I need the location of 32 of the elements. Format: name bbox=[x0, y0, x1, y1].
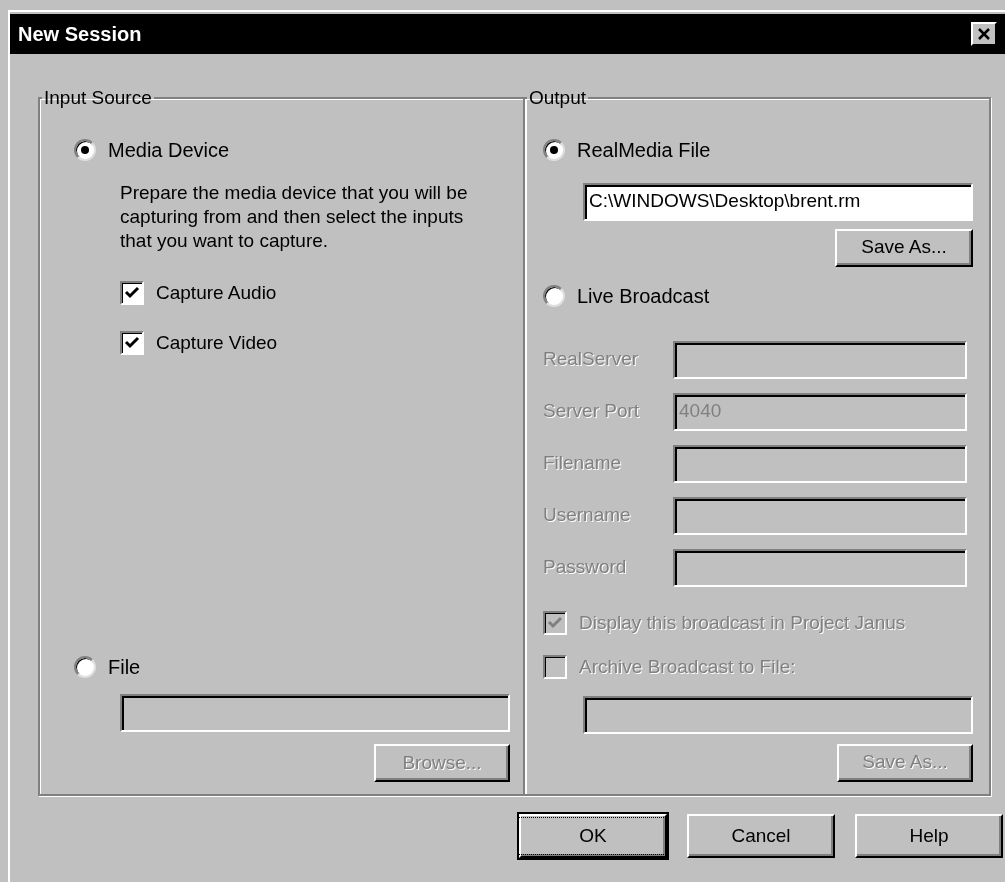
dialog-button[interactable]: Save As... bbox=[835, 228, 973, 267]
radio-button[interactable] bbox=[74, 138, 96, 161]
dialog-button[interactable]: Help bbox=[855, 814, 1003, 858]
checkmark-icon bbox=[547, 614, 563, 631]
radio-button[interactable] bbox=[74, 656, 96, 678]
field-label: Username bbox=[543, 503, 632, 528]
radio-label: Media Device bbox=[108, 137, 230, 163]
field-label: Password bbox=[543, 555, 628, 580]
group-title: Input Source bbox=[43, 86, 153, 110]
text-field[interactable]: C:\WINDOWS\Desktop\brent.rm bbox=[583, 182, 973, 221]
field-label: Filename bbox=[543, 451, 623, 476]
radio-button[interactable] bbox=[543, 284, 565, 307]
checkbox-label: Display this broadcast in Project Janus bbox=[579, 610, 906, 635]
checkmark-icon bbox=[124, 284, 140, 301]
radio-label: File bbox=[108, 655, 141, 680]
close-icon bbox=[978, 28, 990, 40]
window-title: New Session bbox=[18, 22, 142, 47]
checkbox[interactable] bbox=[120, 280, 144, 305]
description-text: Prepare the media device that you will be capturing from and then select the inputs that you want to capture. bbox=[120, 180, 469, 253]
field-label: Server Port bbox=[543, 399, 641, 424]
group-title: Output bbox=[528, 86, 588, 110]
radio-label: RealMedia File bbox=[577, 137, 711, 163]
field-label: RealServer bbox=[543, 347, 640, 372]
radio-label: Live Broadcast bbox=[577, 283, 710, 309]
checkbox-label: Archive Broadcast to File: bbox=[579, 655, 796, 679]
radio-button[interactable] bbox=[543, 138, 565, 161]
checkbox-label: Capture Video bbox=[156, 331, 278, 355]
close-button[interactable] bbox=[971, 22, 997, 46]
dialog-button[interactable]: OK bbox=[519, 814, 667, 858]
checkbox[interactable] bbox=[120, 331, 144, 356]
checkbox-label: Capture Audio bbox=[156, 280, 277, 305]
dialog-button[interactable]: Cancel bbox=[687, 814, 835, 858]
